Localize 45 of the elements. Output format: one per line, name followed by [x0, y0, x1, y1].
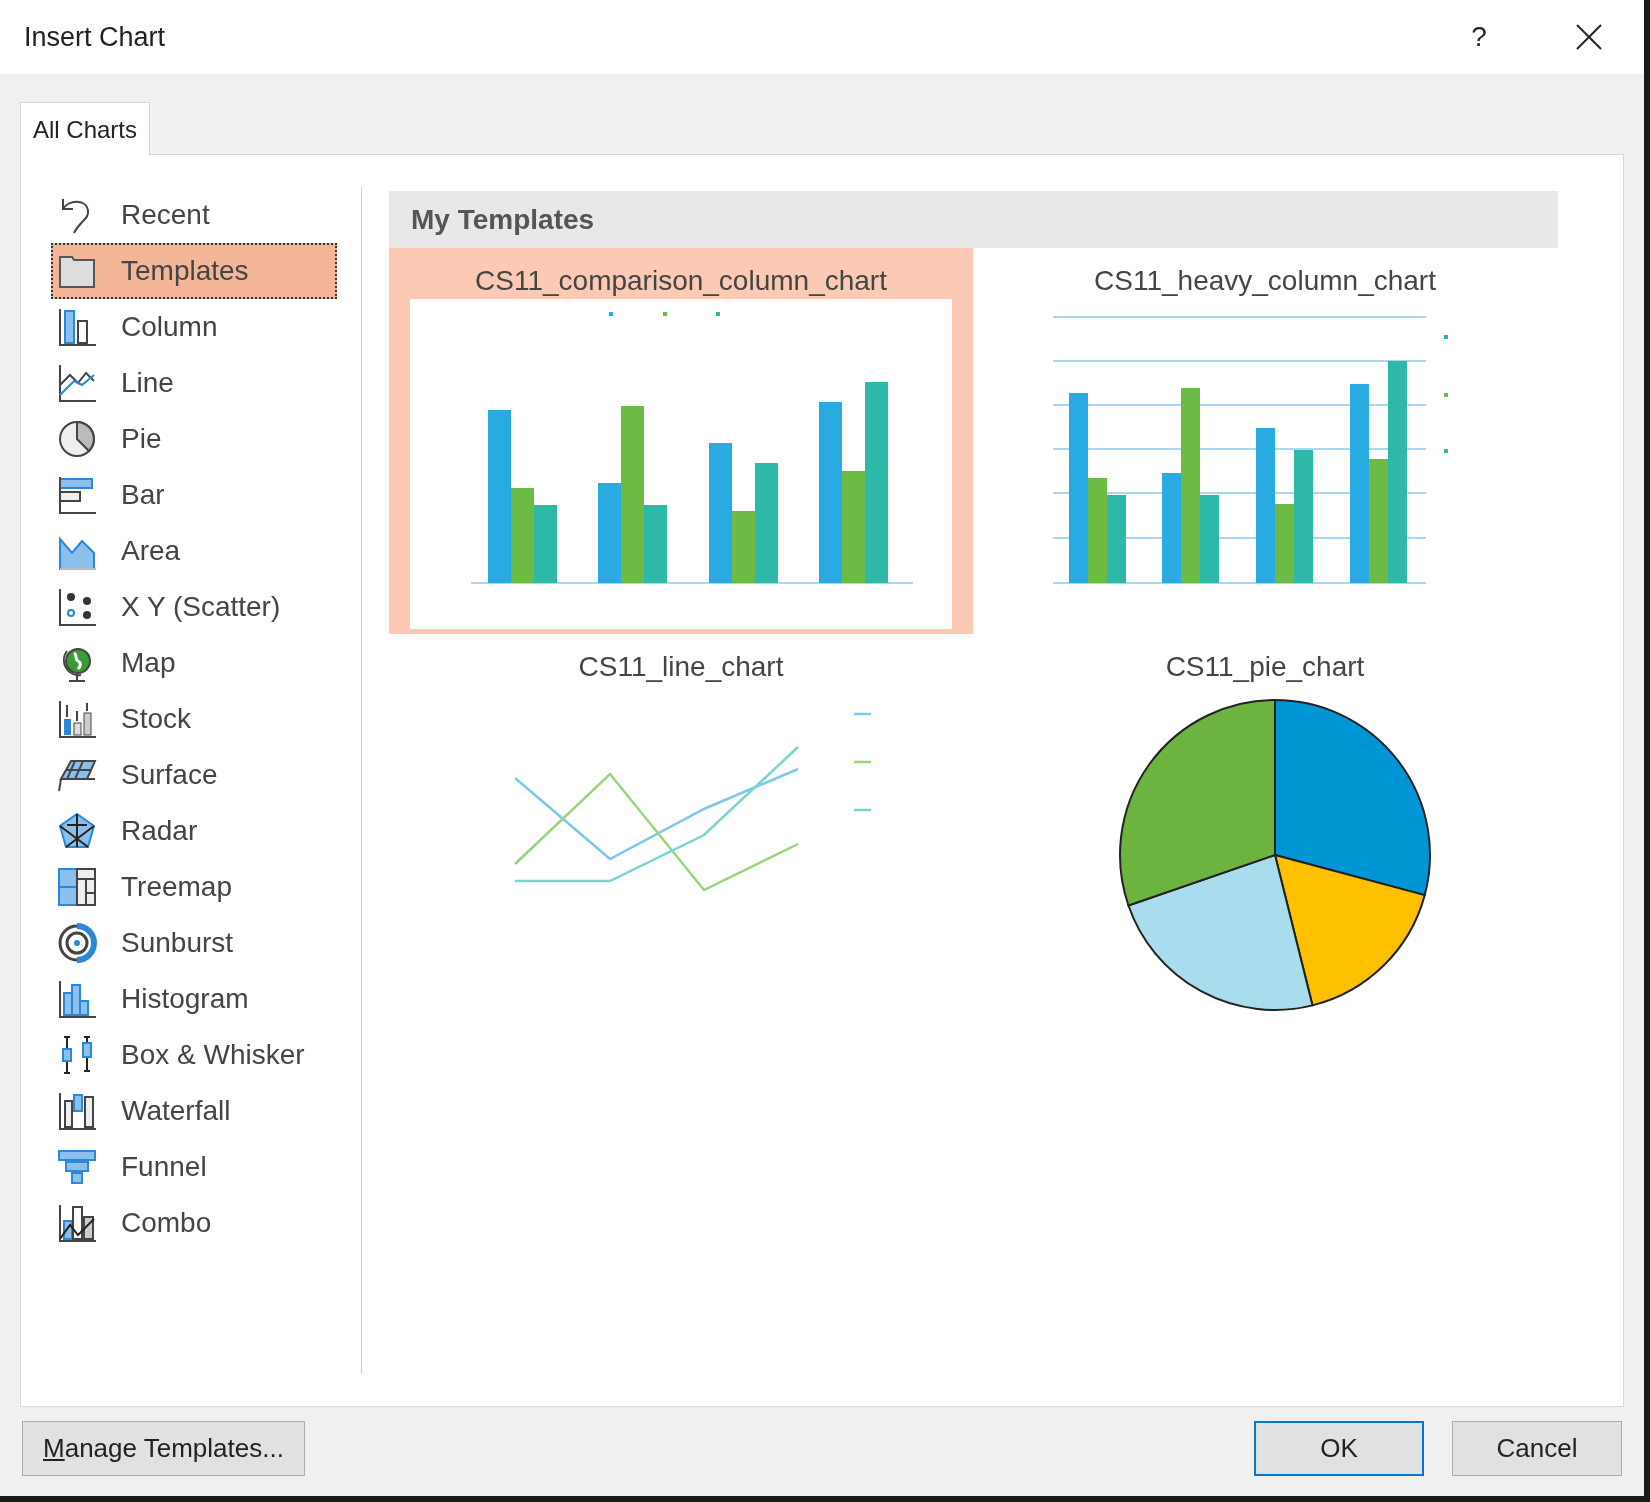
window-title: Insert Chart — [24, 20, 166, 54]
chart-type-icon — [57, 699, 97, 739]
help-button[interactable]: ? — [1454, 12, 1504, 62]
chart-type-icon — [57, 363, 97, 403]
chart-type-item[interactable]: Templates — [51, 243, 337, 299]
chart-type-icon — [57, 475, 97, 515]
chart-type-icon — [57, 1203, 97, 1243]
chart-type-item[interactable]: Sunburst — [51, 915, 337, 971]
chart-type-item[interactable]: Area — [51, 523, 337, 579]
chart-type-icon — [57, 1147, 97, 1187]
dialog-button[interactable]: Cancel — [1452, 1421, 1622, 1476]
chart-type-icon — [57, 923, 97, 963]
chart-type-item[interactable]: Radar — [51, 803, 337, 859]
dialog-button[interactable]: OK — [1254, 1421, 1424, 1476]
chart-type-item[interactable]: Treemap — [51, 859, 337, 915]
chart-type-icon — [57, 587, 97, 627]
chart-type-item[interactable]: Pie — [51, 411, 337, 467]
tab[interactable]: All Charts — [20, 102, 151, 156]
chart-type-item[interactable]: Waterfall — [51, 1083, 337, 1139]
chart-type-item[interactable]: Box & Whisker — [51, 1027, 337, 1083]
chart-type-item[interactable]: Recent — [51, 187, 337, 243]
chart-type-item[interactable]: Line — [51, 355, 337, 411]
chart-type-item[interactable]: Bar — [51, 467, 337, 523]
chart-type-icon — [57, 979, 97, 1019]
template-name: CS11_heavy_column_chart — [1094, 264, 1436, 298]
section-header: My Templates — [389, 191, 1558, 248]
chart-type-item[interactable]: Funnel — [51, 1139, 337, 1195]
chart-type-icon — [57, 811, 97, 851]
chart-type-item[interactable]: Map — [51, 635, 337, 691]
chart-type-icon — [57, 419, 97, 459]
chart-type-item[interactable]: Combo — [51, 1195, 337, 1251]
chart-type-item[interactable]: Stock — [51, 691, 337, 747]
template-name: CS11_pie_chart — [1165, 650, 1365, 684]
template-name: CS11_line_chart — [578, 650, 784, 684]
chart-type-item[interactable]: X Y (Scatter) — [51, 579, 337, 635]
manage-templates-button[interactable]: Manage Templates... — [22, 1421, 305, 1476]
template-name: CS11_comparison_column_chart — [475, 264, 887, 298]
chart-type-icon — [57, 1091, 97, 1131]
chart-type-item[interactable]: Histogram — [51, 971, 337, 1027]
chart-type-item[interactable]: Column — [51, 299, 337, 355]
template-tile[interactable]: CS11_comparison_column_chart — [389, 248, 973, 634]
chart-type-item[interactable]: Surface — [51, 747, 337, 803]
close-icon — [1575, 23, 1603, 51]
chart-type-icon — [57, 307, 97, 347]
chart-type-icon — [57, 867, 97, 907]
